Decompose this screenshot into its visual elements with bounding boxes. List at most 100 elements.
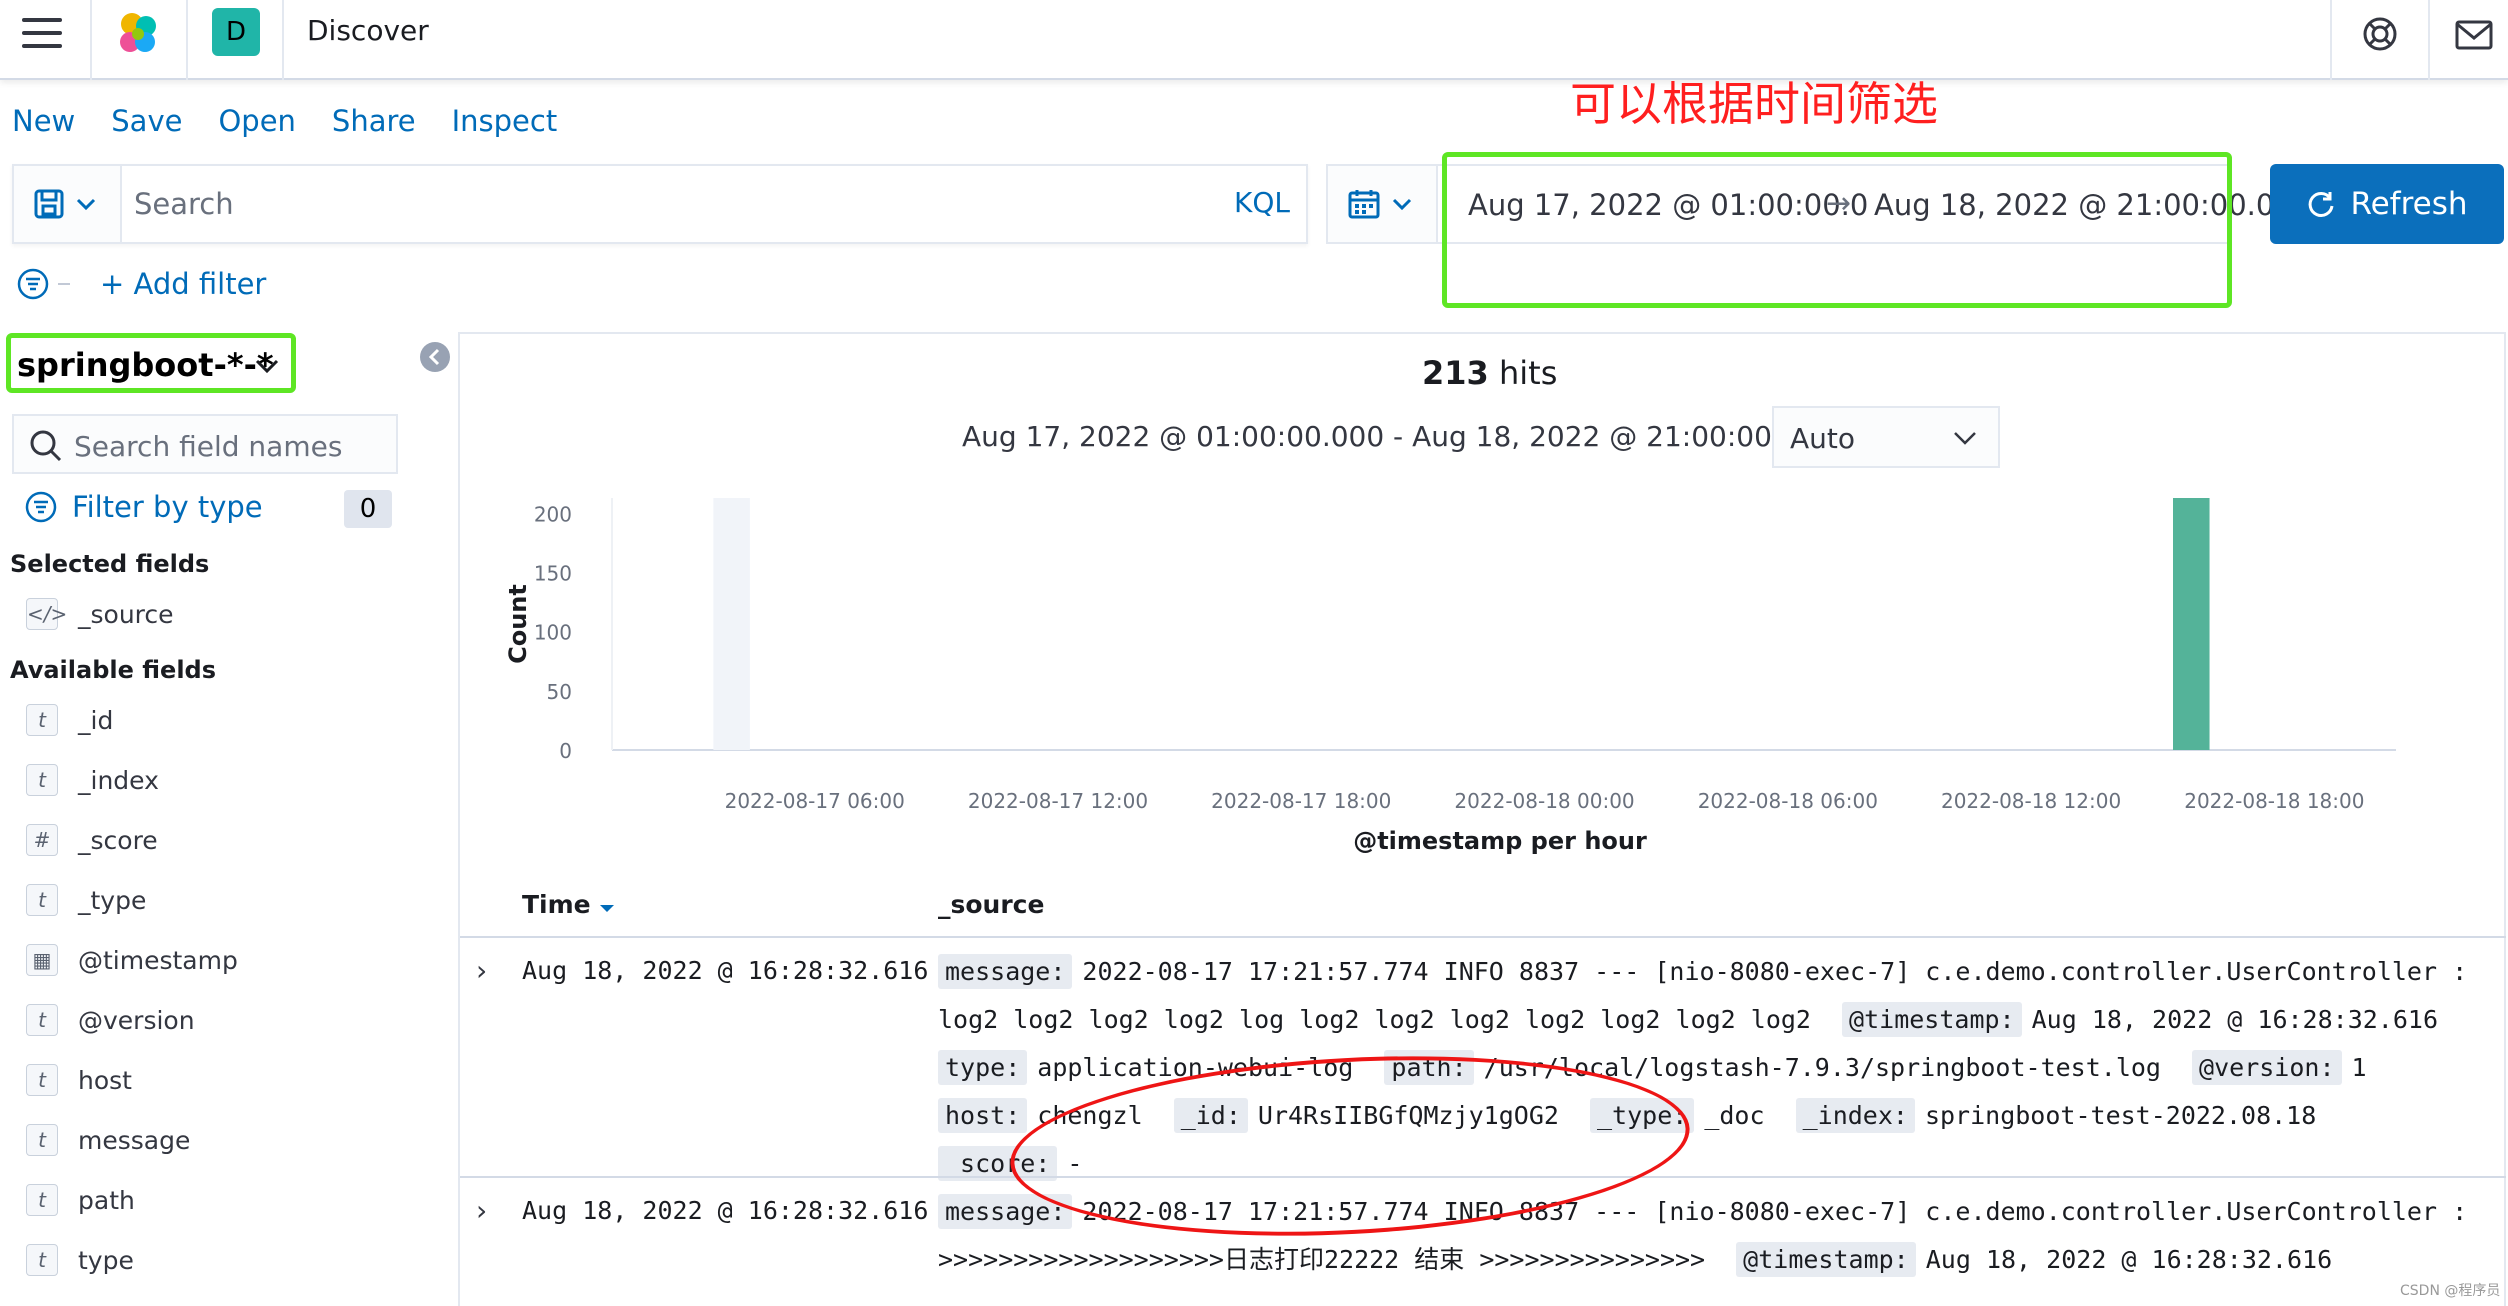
field-name: @version bbox=[78, 1005, 195, 1035]
source-field-value: Aug 18, 2022 @ 16:28:32.616 bbox=[1925, 1245, 2333, 1274]
help-icon[interactable] bbox=[2360, 14, 2400, 54]
hits-label: hits bbox=[1498, 354, 1558, 392]
y-tick-label: 100 bbox=[534, 621, 572, 645]
field-item[interactable]: t _index bbox=[26, 760, 159, 800]
chevron-down-icon bbox=[1954, 432, 1976, 445]
query-bar: KQL bbox=[12, 164, 1308, 244]
header-divider bbox=[282, 0, 284, 80]
table-divider bbox=[460, 936, 2506, 938]
field-name: _type bbox=[78, 885, 147, 915]
header-divider bbox=[2428, 0, 2430, 80]
column-header-time[interactable]: Time bbox=[522, 890, 615, 919]
elastic-logo-icon[interactable] bbox=[112, 8, 164, 60]
app-title: Discover bbox=[307, 14, 429, 47]
filter-by-type-label: Filter by type bbox=[72, 490, 263, 524]
field-name: type bbox=[78, 1245, 134, 1275]
open-button[interactable]: Open bbox=[218, 104, 295, 138]
field-item[interactable]: </> _source bbox=[26, 594, 174, 634]
y-tick-label: 0 bbox=[559, 739, 572, 763]
field-name: _score bbox=[78, 825, 158, 855]
filter-count-badge: 0 bbox=[344, 490, 392, 528]
field-item[interactable]: t type bbox=[26, 1240, 134, 1280]
field-item[interactable]: t _type bbox=[26, 880, 146, 920]
field-name: host bbox=[78, 1065, 132, 1095]
chevron-down-icon bbox=[255, 359, 279, 374]
x-axis-label: @timestamp per hour bbox=[1353, 827, 1647, 855]
histogram-chart: 0 50 100 150 200 2022-08-17 06:00 2022-08-17 1… bbox=[504, 498, 2396, 855]
field-type-icon: t bbox=[26, 704, 58, 736]
header-divider bbox=[186, 0, 188, 80]
space-avatar[interactable]: D bbox=[212, 8, 260, 56]
field-search-input[interactable] bbox=[74, 430, 374, 463]
source-field-key: @timestamp: bbox=[1842, 1002, 2022, 1037]
column-header-source: _source bbox=[938, 890, 1045, 919]
annotation-highlight-box bbox=[1442, 152, 2232, 308]
save-icon bbox=[34, 189, 64, 219]
field-item[interactable]: t _id bbox=[26, 700, 113, 740]
y-tick-label: 50 bbox=[547, 680, 572, 704]
results-time-range: Aug 17, 2022 @ 01:00:00.000 - Aug 18, 20… bbox=[962, 420, 1835, 453]
saved-query-button[interactable] bbox=[14, 166, 122, 242]
x-tick-label: 2022-08-17 12:00 bbox=[968, 789, 1148, 813]
field-name: _source bbox=[78, 599, 174, 629]
interval-select[interactable]: Auto bbox=[1772, 406, 2000, 468]
add-filter-button[interactable]: + Add filter bbox=[100, 267, 266, 301]
source-field-value: 1 bbox=[2351, 1053, 2367, 1082]
interval-value: Auto bbox=[1790, 422, 1856, 455]
save-button[interactable]: Save bbox=[111, 104, 182, 138]
expand-row-chevron-icon[interactable]: › bbox=[476, 1194, 487, 1227]
field-item[interactable]: t @version bbox=[26, 1000, 195, 1040]
field-item[interactable]: t message bbox=[26, 1120, 190, 1160]
top-nav-menu: New Save Open Share Inspect bbox=[12, 104, 593, 138]
hits-number: 213 bbox=[1422, 354, 1489, 392]
collapse-sidebar-button[interactable] bbox=[420, 342, 450, 372]
refresh-icon bbox=[2309, 191, 2334, 217]
field-type-icon: </> bbox=[26, 598, 67, 630]
chart-highlight-band bbox=[713, 498, 750, 750]
field-type-icon: t bbox=[26, 1064, 58, 1096]
inspect-button[interactable]: Inspect bbox=[452, 104, 558, 138]
field-search-box bbox=[12, 414, 398, 474]
search-input[interactable] bbox=[134, 184, 1134, 224]
chevron-down-icon bbox=[1392, 198, 1412, 211]
filter-icon[interactable] bbox=[16, 266, 76, 302]
source-field-key: type: bbox=[938, 1050, 1028, 1085]
field-item[interactable]: # _score bbox=[26, 820, 158, 860]
mail-icon[interactable] bbox=[2454, 18, 2494, 52]
field-type-icon: t bbox=[26, 884, 58, 916]
header-divider bbox=[2330, 0, 2332, 80]
field-item[interactable]: t path bbox=[26, 1180, 135, 1220]
source-field-key: message: bbox=[938, 954, 1073, 989]
field-item[interactable]: ▦ @timestamp bbox=[26, 940, 238, 980]
source-field-key: @version: bbox=[2192, 1050, 2342, 1085]
new-button[interactable]: New bbox=[12, 104, 75, 138]
filter-icon bbox=[25, 491, 57, 523]
menu-icon[interactable] bbox=[22, 18, 62, 50]
field-name: @timestamp bbox=[78, 945, 238, 975]
refresh-button[interactable]: Refresh bbox=[2270, 164, 2504, 244]
share-button[interactable]: Share bbox=[332, 104, 416, 138]
filter-by-type-button[interactable]: Filter by type bbox=[24, 490, 263, 524]
x-tick-label: 2022-08-17 18:00 bbox=[1211, 789, 1391, 813]
field-item[interactable]: t host bbox=[26, 1060, 132, 1100]
chevron-down-icon bbox=[76, 198, 96, 211]
x-tick-label: 2022-08-18 12:00 bbox=[1941, 789, 2121, 813]
annotation-text: 可以根据时间筛选 bbox=[1570, 77, 1938, 131]
index-pattern-selector[interactable]: springboot-*-* bbox=[6, 333, 296, 393]
field-type-icon: t bbox=[26, 764, 58, 796]
quick-menu-button[interactable] bbox=[1328, 166, 1438, 242]
source-field-value: springboot-test-2022.08.18 bbox=[1924, 1101, 2317, 1130]
field-name: _id bbox=[78, 705, 114, 735]
field-type-icon: ▦ bbox=[26, 944, 58, 976]
filter-row: + Add filter bbox=[16, 264, 266, 304]
selected-fields-header: Selected fields bbox=[10, 550, 210, 578]
source-field-key: host: bbox=[938, 1098, 1028, 1133]
field-type-icon: # bbox=[26, 824, 58, 856]
query-language-button[interactable]: KQL bbox=[1234, 186, 1290, 219]
expand-row-chevron-icon[interactable]: › bbox=[476, 954, 487, 987]
field-name: message bbox=[78, 1125, 191, 1155]
y-tick-label: 200 bbox=[534, 502, 572, 526]
field-type-icon: t bbox=[26, 1244, 58, 1276]
header-divider bbox=[90, 0, 92, 80]
x-tick-label: 2022-08-18 00:00 bbox=[1454, 789, 1634, 813]
